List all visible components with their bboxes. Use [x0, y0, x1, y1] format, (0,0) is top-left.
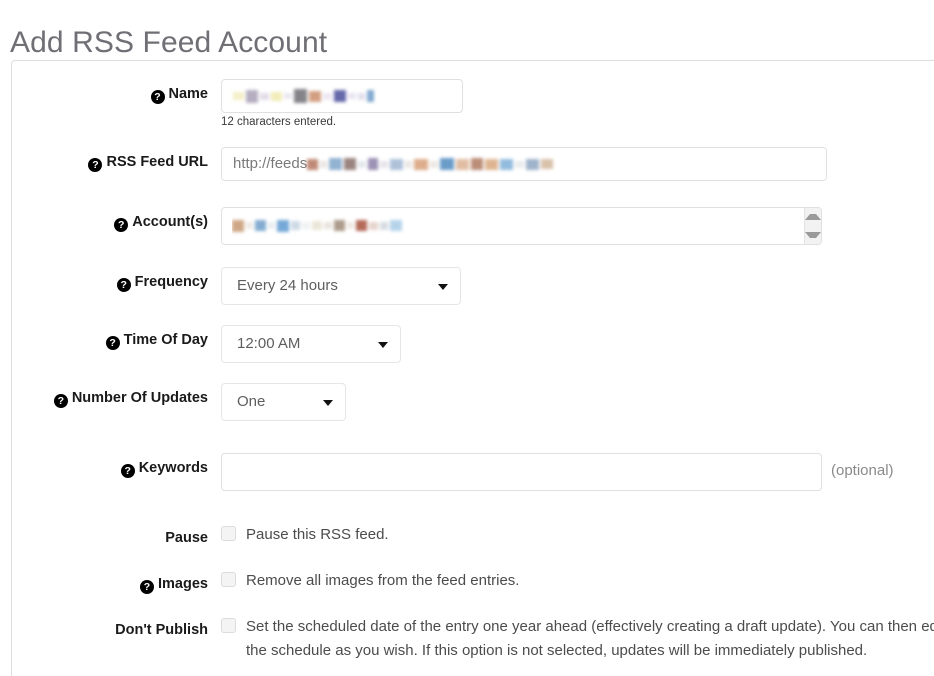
label-pause: Pause: [12, 523, 208, 548]
images-checkbox-row[interactable]: Remove all images from the feed entries.: [221, 569, 934, 593]
accounts-listbox[interactable]: [221, 207, 822, 245]
label-text: RSS Feed URL: [106, 154, 208, 170]
field-frequency: Every 24 hours: [208, 267, 934, 305]
number-of-updates-select[interactable]: One: [221, 383, 346, 421]
triangle-down-icon[interactable]: [805, 226, 821, 244]
add-rss-feed-account-page: Add RSS Feed Account ? Name 12 characters…: [0, 0, 934, 676]
time-of-day-selected-value: 12:00 AM: [237, 335, 301, 352]
form-row-keywords: ? Keywords (optional): [12, 453, 934, 491]
label-accounts: ? Account(s): [12, 207, 208, 232]
chevron-down-icon: [323, 400, 333, 406]
form-row-pause: Pause Pause this RSS feed.: [12, 523, 934, 548]
label-frequency: ? Frequency: [12, 267, 208, 292]
name-helper-text: 12 characters entered.: [221, 116, 337, 128]
chevron-down-icon: [378, 342, 388, 348]
page-title: Add RSS Feed Account: [10, 26, 328, 60]
label-images: ? Images: [12, 569, 208, 594]
field-accounts: [208, 207, 934, 245]
redacted-value: [307, 158, 555, 171]
field-time-of-day: 12:00 AM: [208, 325, 934, 363]
label-text: Account(s): [132, 214, 208, 230]
label-dont-publish: Don't Publish: [12, 615, 208, 640]
chevron-down-icon: [438, 284, 448, 290]
label-text: Keywords: [138, 460, 208, 476]
field-keywords: (optional): [208, 453, 934, 491]
label-text: Time Of Day: [123, 332, 208, 348]
frequency-select[interactable]: Every 24 hours: [221, 267, 461, 305]
accounts-listbox-content: [232, 217, 795, 237]
form-row-frequency: ? Frequency Every 24 hours: [12, 267, 934, 305]
keywords-optional-note: (optional): [831, 462, 894, 479]
help-icon[interactable]: ?: [114, 218, 129, 232]
dont-publish-checkbox-row[interactable]: Set the scheduled date of the entry one …: [221, 615, 934, 663]
form-row-accounts: ? Account(s): [12, 207, 934, 245]
number-of-updates-selected-value: One: [237, 393, 266, 410]
label-text: Number Of Updates: [71, 390, 208, 406]
label-text: Don't Publish: [115, 622, 208, 638]
field-name: 12 characters entered.: [208, 79, 934, 128]
pause-checkbox-row[interactable]: Pause this RSS feed.: [221, 523, 934, 547]
name-input[interactable]: [221, 79, 463, 113]
field-rss-feed-url: http://feeds: [208, 147, 934, 181]
redacted-value: [232, 219, 404, 232]
form-row-number-of-updates: ? Number Of Updates One: [12, 383, 934, 421]
label-text: Images: [158, 576, 208, 592]
url-prefix: http://feeds: [233, 155, 308, 172]
images-checkbox-label: Remove all images from the feed entries.: [246, 572, 520, 589]
pause-checkbox[interactable]: [221, 526, 236, 541]
label-time-of-day: ? Time Of Day: [12, 325, 208, 350]
dont-publish-checkbox-label: Set the scheduled date of the entry one …: [246, 618, 934, 659]
label-text: Frequency: [134, 274, 208, 290]
form-row-images: ? Images Remove all images from the feed …: [12, 569, 934, 594]
images-checkbox[interactable]: [221, 572, 236, 587]
form-row-name: ? Name 12 characters entered.: [12, 79, 934, 128]
help-icon[interactable]: ?: [140, 580, 155, 594]
label-name: ? Name: [12, 79, 208, 104]
keywords-input[interactable]: [221, 453, 822, 491]
label-keywords: ? Keywords: [12, 453, 208, 478]
redacted-value: [233, 89, 376, 104]
help-icon[interactable]: ?: [150, 90, 165, 104]
form-row-dont-publish: Don't Publish Set the scheduled date of …: [12, 615, 934, 663]
field-number-of-updates: One: [208, 383, 934, 421]
form-row-rss-feed-url: ? RSS Feed URL http://feeds: [12, 147, 934, 181]
form-row-time-of-day: ? Time Of Day 12:00 AM: [12, 325, 934, 363]
label-text: Name: [168, 86, 209, 102]
field-pause: Pause this RSS feed.: [208, 523, 934, 547]
accounts-listbox-scrollbar[interactable]: [804, 208, 821, 244]
label-text: Pause: [165, 530, 208, 546]
help-icon[interactable]: ?: [88, 158, 103, 172]
field-dont-publish: Set the scheduled date of the entry one …: [208, 615, 934, 663]
rss-feed-url-input[interactable]: http://feeds: [221, 147, 827, 181]
pause-checkbox-label: Pause this RSS feed.: [246, 526, 389, 543]
help-icon[interactable]: ?: [105, 336, 120, 350]
form-panel: ? Name 12 characters entered. ? RSS Feed U…: [11, 60, 934, 676]
label-number-of-updates: ? Number Of Updates: [12, 383, 208, 408]
time-of-day-select[interactable]: 12:00 AM: [221, 325, 401, 363]
field-images: Remove all images from the feed entries.: [208, 569, 934, 593]
help-icon[interactable]: ?: [120, 464, 135, 478]
dont-publish-checkbox[interactable]: [221, 618, 236, 633]
label-rss-feed-url: ? RSS Feed URL: [12, 147, 208, 172]
help-icon[interactable]: ?: [53, 394, 68, 408]
help-icon[interactable]: ?: [116, 278, 131, 292]
triangle-up-icon[interactable]: [805, 208, 821, 226]
frequency-selected-value: Every 24 hours: [237, 277, 338, 294]
